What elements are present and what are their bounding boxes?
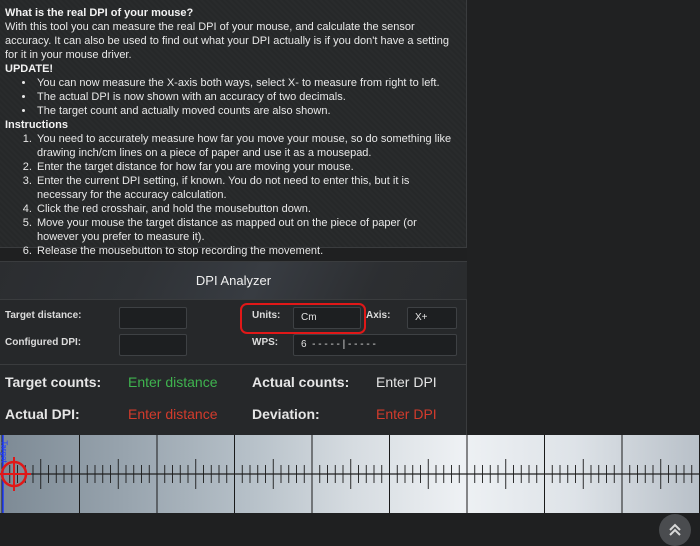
deviation-label: Deviation: — [252, 406, 320, 422]
configured-dpi-input[interactable] — [119, 334, 187, 356]
target-counts-label: Target counts: — [5, 374, 102, 390]
crosshair-icon[interactable] — [0, 457, 31, 491]
deviation-value: Enter DPI — [376, 406, 437, 422]
instructions-list: You need to accurately measure how far y… — [5, 132, 460, 258]
wps-label: WPS: — [252, 337, 279, 348]
info-title: What is the real DPI of your mouse? — [5, 7, 194, 19]
double-chevron-up-icon — [669, 523, 681, 536]
update-item: The target count and actually moved coun… — [35, 104, 460, 118]
instruction-item: Click the red crosshair, and hold the mo… — [35, 202, 460, 216]
ruler-ticks — [0, 435, 700, 513]
measurement-ruler[interactable]: Target — [0, 435, 700, 513]
actual-counts-label: Actual counts: — [252, 374, 350, 390]
update-heading: UPDATE! — [5, 63, 54, 75]
actual-dpi-label: Actual DPI: — [5, 406, 80, 422]
target-distance-input[interactable] — [119, 307, 187, 329]
target-counts-value: Enter distance — [128, 374, 218, 390]
info-intro: With this tool you can measure the real … — [5, 21, 449, 61]
update-item: The actual DPI is now shown with an accu… — [35, 90, 460, 104]
instruction-item: Enter the target distance for how far yo… — [35, 160, 460, 174]
scroll-to-top-button[interactable] — [659, 514, 691, 546]
update-list: You can now measure the X-axis both ways… — [5, 76, 460, 118]
instruction-item: Release the mousebutton to stop recordin… — [35, 244, 460, 258]
target-distance-label: Target distance: — [5, 310, 82, 321]
info-panel: What is the real DPI of your mouse? With… — [0, 0, 467, 257]
axis-select[interactable]: X+ — [407, 307, 457, 329]
wps-select[interactable]: 6 - - - - - | - - - - - — [293, 334, 457, 356]
analyzer-title: DPI Analyzer — [0, 262, 467, 300]
instruction-item: Move your mouse the target distance as m… — [35, 216, 460, 244]
axis-label: Axis: — [366, 310, 391, 321]
configured-dpi-label: Configured DPI: — [5, 337, 82, 348]
page-footer — [0, 513, 700, 546]
right-background — [467, 0, 700, 435]
analyzer-divider — [0, 364, 467, 365]
instructions-heading: Instructions — [5, 119, 68, 131]
update-item: You can now measure the X-axis both ways… — [35, 76, 460, 90]
actual-dpi-value: Enter distance — [128, 406, 218, 422]
instruction-item: You need to accurately measure how far y… — [35, 132, 460, 160]
units-highlight — [240, 303, 366, 334]
actual-counts-value: Enter DPI — [376, 374, 437, 390]
instruction-item: Enter the current DPI setting, if known.… — [35, 174, 460, 202]
